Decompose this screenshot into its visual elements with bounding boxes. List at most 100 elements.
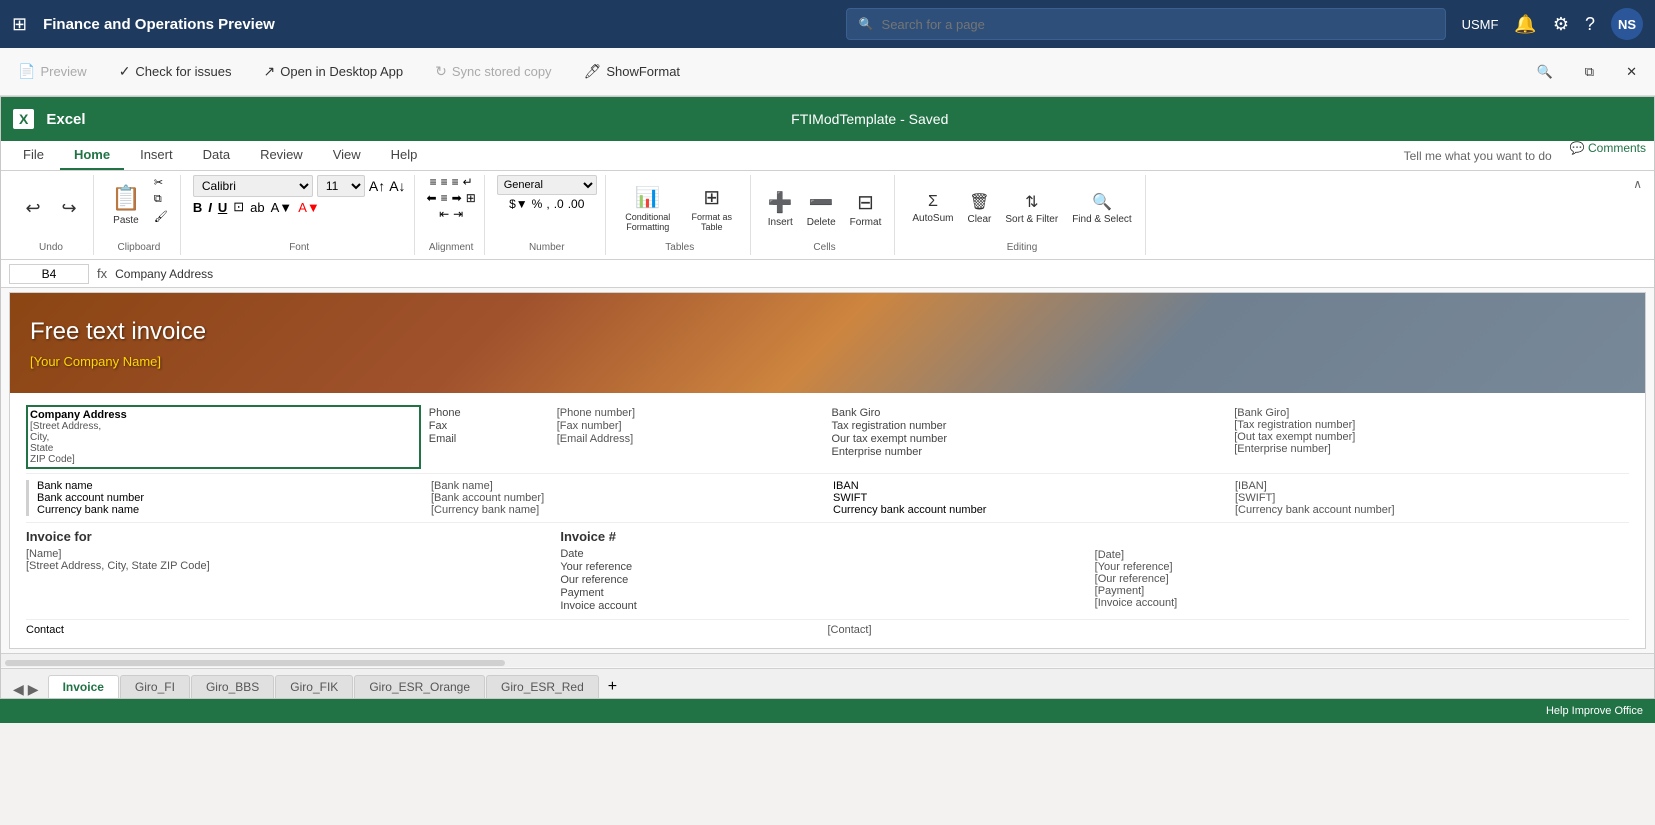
scroll-thumb[interactable] xyxy=(5,660,505,666)
address-line-2: City, xyxy=(30,432,417,443)
increase-font-button[interactable]: A↑ xyxy=(369,178,385,194)
align-top-center-button[interactable]: ≡ xyxy=(441,175,448,189)
bank-left-col: Bank name Bank account number Currency b… xyxy=(26,480,423,516)
undo-button[interactable]: ↩ xyxy=(17,195,49,222)
indent-more-button[interactable]: ⇥ xyxy=(453,207,463,221)
format-cells-button[interactable]: ⊟ Format xyxy=(845,187,887,231)
invoice-hash-col: Invoice # Date Your reference Our refere… xyxy=(560,529,1094,613)
tab-prev-button[interactable]: ◀ xyxy=(13,681,24,698)
enterprise-label: Enterprise number xyxy=(832,446,952,458)
help-improve-text[interactable]: Help Improve Office xyxy=(1546,705,1643,717)
tab-data[interactable]: Data xyxy=(189,141,244,170)
bank-values-left: [Bank name] [Bank account number] [Curre… xyxy=(423,480,825,516)
add-sheet-button[interactable]: + xyxy=(600,678,625,696)
check-issues-button[interactable]: ✓ Check for issues xyxy=(113,59,238,84)
highlight-color-button[interactable]: A▼ xyxy=(271,200,293,215)
restore-button[interactable]: ⧉ xyxy=(1579,60,1600,84)
email-label: Email xyxy=(429,433,549,445)
insert-icon: ➕ xyxy=(768,190,793,215)
invoice-for-row: Invoice for [Name] [Street Address, City… xyxy=(26,523,1629,619)
percent-button[interactable]: % xyxy=(532,197,543,211)
currency-button[interactable]: $▼ xyxy=(509,197,528,211)
font-size-select[interactable]: 11 xyxy=(317,175,365,197)
sheet-tab-giro-esr-orange[interactable]: Giro_ESR_Orange xyxy=(354,675,485,698)
payment-row: Payment xyxy=(560,587,1094,599)
conditional-formatting-button[interactable]: 📊 Conditional Formatting xyxy=(618,182,678,235)
cell-reference-input[interactable] xyxy=(9,264,89,284)
search-bar[interactable]: 🔍 xyxy=(846,8,1446,40)
align-center-button[interactable]: ≡ xyxy=(441,191,448,205)
insert-cells-button[interactable]: ➕ Insert xyxy=(763,187,798,231)
decrease-font-button[interactable]: A↓ xyxy=(389,178,405,194)
font-color-button[interactable]: A▼ xyxy=(298,200,320,215)
autosum-button[interactable]: Σ AutoSum xyxy=(907,190,958,227)
invoice-for-col: Invoice for [Name] [Street Address, City… xyxy=(26,529,560,613)
decrease-decimal-button[interactable]: .0 xyxy=(554,197,564,211)
align-top-right-button[interactable]: ≡ xyxy=(452,175,459,189)
show-format-button[interactable]: 🖊 ShowFormat xyxy=(578,59,686,84)
help-icon[interactable]: ? xyxy=(1585,14,1595,35)
grid-icon[interactable]: ⊞ xyxy=(12,14,27,35)
ribbon-collapse-button[interactable]: ∧ xyxy=(1629,175,1646,255)
sheet-tab-giro-fik[interactable]: Giro_FIK xyxy=(275,675,353,698)
redo-button[interactable]: ↪ xyxy=(53,195,85,222)
cut-button[interactable]: ✂ xyxy=(150,175,172,190)
sheet-tab-giro-esr-red[interactable]: Giro_ESR_Red xyxy=(486,675,599,698)
border-button[interactable]: ⊡ xyxy=(233,199,244,215)
increase-decimal-button[interactable]: .00 xyxy=(568,197,585,211)
format-painter-button[interactable]: 🖌 xyxy=(150,209,172,224)
wrap-text-button[interactable]: ↵ xyxy=(463,175,473,189)
tab-review[interactable]: Review xyxy=(246,141,317,170)
sheet-tab-giro-fi[interactable]: Giro_FI xyxy=(120,675,190,698)
tax-reg-value: [Tax registration number] xyxy=(1234,419,1621,431)
tab-view[interactable]: View xyxy=(319,141,375,170)
sort-filter-button[interactable]: ⇅ Sort & Filter xyxy=(1000,189,1063,228)
find-select-button[interactable]: 🔍 Find & Select xyxy=(1067,189,1136,228)
clear-button[interactable]: 🗑 Clear xyxy=(962,189,996,228)
open-desktop-button[interactable]: ↗ Open in Desktop App xyxy=(258,59,410,84)
settings-icon[interactable]: ⚙ xyxy=(1553,14,1569,35)
email-row: Email [Email Address] xyxy=(429,433,816,445)
bold-button[interactable]: B xyxy=(193,200,202,215)
number-format-select[interactable]: General xyxy=(497,175,597,195)
username-label: USMF xyxy=(1462,17,1499,32)
company-address-cell[interactable]: Company Address [Street Address, City, S… xyxy=(26,405,421,469)
tab-help[interactable]: Help xyxy=(377,141,432,170)
format-as-table-button[interactable]: ⊞ Format as Table xyxy=(682,182,742,235)
horizontal-scrollbar[interactable] xyxy=(1,653,1654,667)
strikethrough-button[interactable]: ab xyxy=(250,200,264,215)
sheet-tab-invoice[interactable]: Invoice xyxy=(48,675,119,698)
format-painter-icon: 🖌 xyxy=(154,210,168,223)
delete-cells-button[interactable]: ➖ Delete xyxy=(802,187,841,231)
copy-button[interactable]: ⧉ xyxy=(150,192,172,207)
bank-row: Bank name Bank account number Currency b… xyxy=(26,474,1629,523)
align-right-button[interactable]: ➡ xyxy=(452,191,462,205)
bell-icon[interactable]: 🔔 xyxy=(1514,14,1536,35)
close-button[interactable]: ✕ xyxy=(1620,60,1643,84)
avatar[interactable]: NS xyxy=(1611,8,1643,40)
paste-icon: 📋 xyxy=(111,184,141,213)
page-search-button[interactable]: 🔍 xyxy=(1531,60,1559,84)
comments-button[interactable]: 💬 Comments xyxy=(1570,141,1646,170)
merge-center-button[interactable]: ⊞ xyxy=(466,191,476,205)
align-top-left-button[interactable]: ≡ xyxy=(430,175,437,189)
font-name-select[interactable]: Calibri xyxy=(193,175,313,197)
bank-giro-col: Bank Giro Tax registration number Our ta… xyxy=(824,405,1227,469)
align-left-button[interactable]: ⬅ xyxy=(427,191,437,205)
invoice-body: Company Address [Street Address, City, S… xyxy=(10,393,1645,648)
sheet-tab-giro-bbs[interactable]: Giro_BBS xyxy=(191,675,274,698)
tab-insert[interactable]: Insert xyxy=(126,141,187,170)
preview-button[interactable]: 📄 Preview xyxy=(12,59,93,84)
sync-button[interactable]: ↻ Sync stored copy xyxy=(429,59,557,84)
tell-me-bar[interactable]: Tell me what you want to do xyxy=(1404,141,1552,170)
search-input[interactable] xyxy=(882,17,1433,32)
indent-less-button[interactable]: ⇤ xyxy=(439,207,449,221)
tab-next-button[interactable]: ▶ xyxy=(28,681,39,698)
italic-button[interactable]: I xyxy=(208,200,212,215)
tab-file[interactable]: File xyxy=(9,141,58,170)
underline-button[interactable]: U xyxy=(218,200,227,215)
comma-button[interactable]: , xyxy=(546,197,549,211)
address-row: Company Address [Street Address, City, S… xyxy=(26,401,1629,474)
paste-button[interactable]: 📋 Paste xyxy=(106,175,146,235)
tab-home[interactable]: Home xyxy=(60,141,124,170)
